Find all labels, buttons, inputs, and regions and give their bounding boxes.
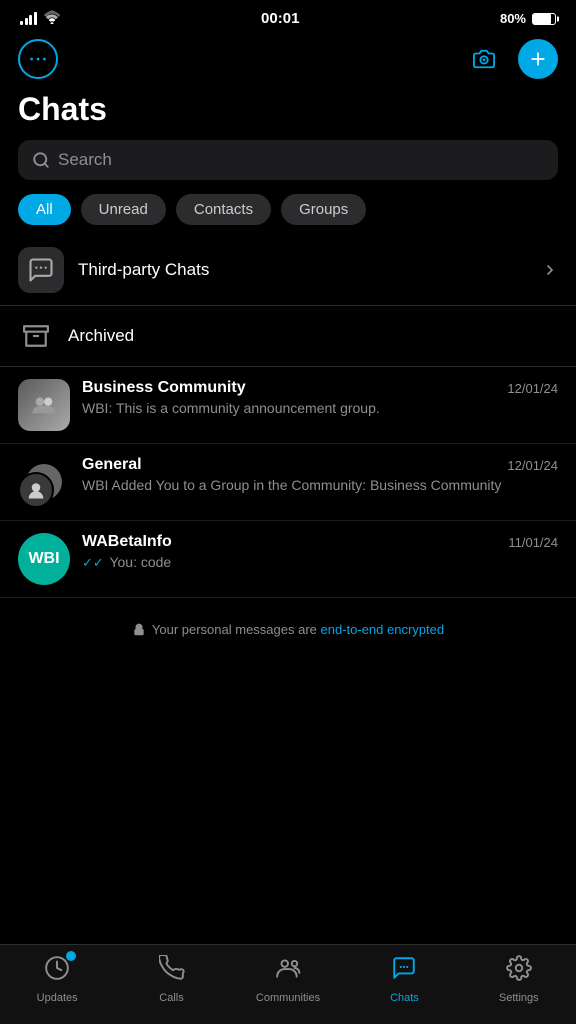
battery-percent: 80%: [500, 11, 526, 26]
nav-item-updates[interactable]: Updates: [27, 955, 87, 1004]
chat-preview: WBI Added You to a Group in the Communit…: [82, 477, 558, 493]
chat-item-general[interactable]: General 12/01/24 WBI Added You to a Grou…: [0, 444, 576, 521]
nav-label-updates: Updates: [37, 992, 78, 1004]
third-party-icon: [18, 247, 64, 293]
chat-content-wabetainfo: WABetaInfo 11/01/24 ✓✓ You: code: [82, 533, 558, 571]
encryption-text: Your personal messages are end-to-end en…: [152, 622, 444, 637]
chat-preview: ✓✓ You: code: [82, 554, 558, 571]
updates-badge: [66, 951, 76, 961]
chat-date: 11/01/24: [508, 535, 558, 550]
avatar-general: [18, 456, 70, 508]
status-time: 00:01: [261, 10, 299, 27]
nav-label-communities: Communities: [256, 992, 320, 1004]
bottom-nav: Updates Calls Communities: [0, 944, 576, 1024]
chats-icon: [391, 955, 417, 988]
archived-row[interactable]: Archived: [0, 306, 576, 367]
third-party-label: Third-party Chats: [78, 260, 209, 280]
chat-date: 12/01/24: [507, 381, 558, 396]
settings-icon: [506, 955, 532, 988]
nav-item-chats[interactable]: Chats: [374, 955, 434, 1004]
content-area: Search All Unread Contacts Groups Third-…: [0, 140, 576, 741]
nav-item-communities[interactable]: Communities: [256, 955, 320, 1004]
status-bar: 00:01 80%: [0, 0, 576, 33]
search-bar[interactable]: Search: [18, 140, 558, 180]
camera-button[interactable]: [464, 39, 504, 79]
filter-tab-unread[interactable]: Unread: [81, 194, 166, 225]
search-icon: [32, 151, 50, 169]
filter-tab-contacts[interactable]: Contacts: [176, 194, 271, 225]
chat-item-wabetainfo[interactable]: WBI WABetaInfo 11/01/24 ✓✓ You: code: [0, 521, 576, 598]
encryption-notice: Your personal messages are end-to-end en…: [0, 598, 576, 661]
nav-label-settings: Settings: [499, 992, 539, 1004]
chat-name: WABetaInfo: [82, 533, 172, 551]
archive-icon: [18, 318, 54, 354]
search-placeholder: Search: [58, 150, 112, 170]
chat-name: General: [82, 456, 142, 474]
chat-content-business-community: Business Community 12/01/24 WBI: This is…: [82, 379, 558, 416]
battery-icon: [532, 13, 556, 25]
nav-label-calls: Calls: [159, 992, 183, 1004]
avatar-wabetainfo: WBI: [18, 533, 70, 585]
wifi-icon: [43, 10, 61, 27]
chat-name: Business Community: [82, 379, 246, 397]
nav-item-settings[interactable]: Settings: [489, 955, 549, 1004]
third-party-chats-row[interactable]: Third-party Chats: [0, 235, 576, 306]
status-left: [20, 10, 61, 27]
chat-item-business-community[interactable]: Business Community 12/01/24 WBI: This is…: [0, 367, 576, 444]
chat-list: Business Community 12/01/24 WBI: This is…: [0, 367, 576, 598]
lock-icon: [132, 623, 146, 637]
nav-item-calls[interactable]: Calls: [142, 955, 202, 1004]
calls-icon: [159, 955, 185, 988]
menu-button[interactable]: [18, 39, 58, 79]
updates-icon: [44, 955, 70, 988]
header-actions: [464, 39, 558, 79]
filter-tab-all[interactable]: All: [18, 194, 71, 225]
filter-tab-groups[interactable]: Groups: [281, 194, 366, 225]
encryption-link[interactable]: end-to-end encrypted: [321, 622, 445, 637]
communities-icon: [275, 955, 301, 988]
chat-preview: WBI: This is a community announcement gr…: [82, 400, 558, 416]
archived-label: Archived: [68, 326, 134, 346]
header: [0, 33, 576, 87]
chat-date: 12/01/24: [507, 458, 558, 473]
filter-tabs: All Unread Contacts Groups: [0, 194, 576, 235]
page-title: Chats: [0, 87, 576, 140]
new-chat-button[interactable]: [518, 39, 558, 79]
avatar-business-community: [18, 379, 70, 431]
signal-icon: [20, 12, 37, 25]
double-check-icon: ✓✓: [82, 555, 104, 570]
third-party-arrow: [542, 262, 558, 278]
chat-content-general: General 12/01/24 WBI Added You to a Grou…: [82, 456, 558, 493]
nav-label-chats: Chats: [390, 992, 419, 1004]
status-right: 80%: [500, 11, 556, 26]
